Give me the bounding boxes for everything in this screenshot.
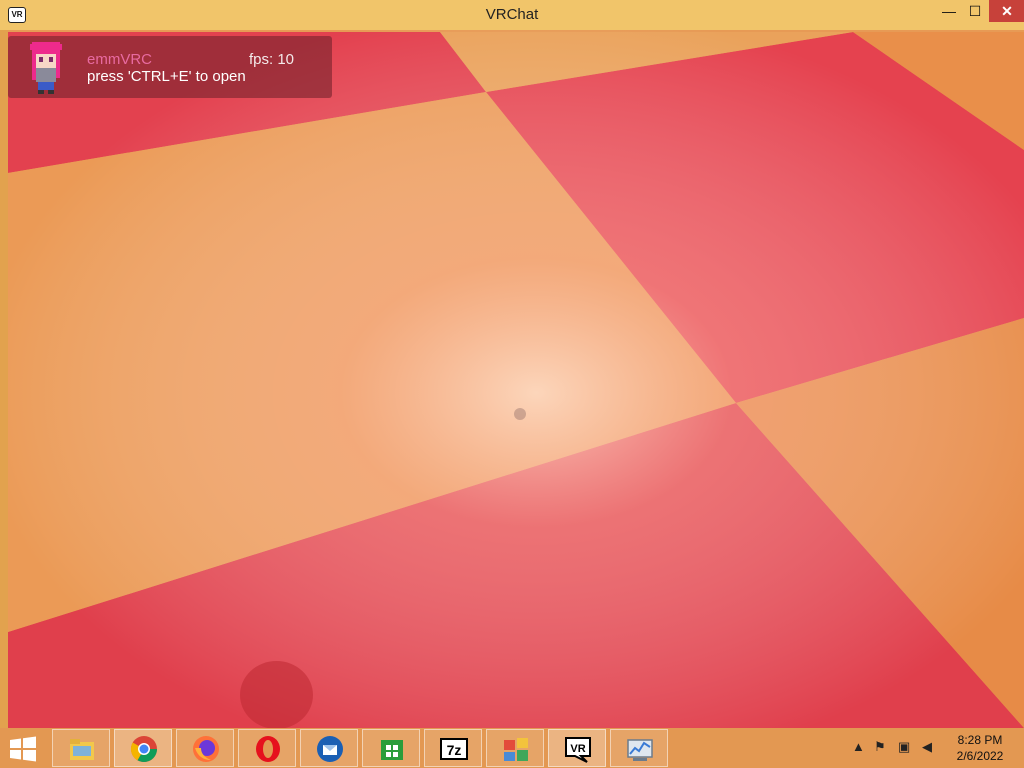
clock-time: 8:28 PM — [957, 733, 1003, 747]
title-bar: VR VRChat — ☐ ✕ — [0, 0, 1024, 30]
control-panel-icon — [504, 738, 528, 761]
opera-button[interactable] — [238, 729, 296, 767]
7zip-icon: 7z — [440, 738, 468, 760]
movement-joystick[interactable] — [240, 661, 313, 729]
7zip-button[interactable]: 7z — [424, 729, 482, 767]
clock-date: 2/6/2022 — [956, 749, 1004, 763]
taskbar: 7z VR ▲ ⚑ ▣ ◀ 8:28 PM 2/6/2022 — [0, 728, 1024, 768]
chrome-icon — [130, 736, 158, 763]
file-explorer-button[interactable] — [52, 729, 110, 767]
vrchat-icon: VR — [565, 737, 591, 763]
control-panel-button[interactable] — [486, 729, 544, 767]
clock[interactable]: 8:28 PM 2/6/2022 — [944, 732, 1016, 764]
store-icon — [381, 740, 403, 760]
store-button[interactable] — [362, 729, 420, 767]
emmvrc-overlay: emmVRC fps: 10 press 'CTRL+E' to open — [8, 36, 332, 98]
network-icon[interactable]: ▣ — [898, 739, 910, 755]
close-button[interactable]: ✕ — [989, 0, 1024, 22]
resource-monitor-icon — [627, 739, 653, 761]
action-center-icon[interactable]: ⚑ — [874, 739, 886, 755]
svg-text:VR: VR — [570, 743, 585, 755]
username-label: emmVRC — [87, 51, 153, 68]
fps-counter: fps: 10 — [249, 51, 295, 68]
show-hidden-icon[interactable]: ▲ — [852, 739, 865, 754]
thunderbird-icon — [317, 736, 343, 762]
firefox-button[interactable] — [176, 729, 234, 767]
volume-muted-icon[interactable]: ◀ — [922, 739, 932, 755]
resource-monitor-button[interactable] — [610, 729, 668, 767]
thunderbird-button[interactable] — [300, 729, 358, 767]
checker-floor — [8, 30, 1024, 728]
avatar-icon — [30, 42, 62, 94]
svg-text:7z: 7z — [447, 742, 462, 758]
firefox-icon — [193, 736, 219, 762]
file-explorer-icon — [70, 739, 94, 760]
menu-hint: press 'CTRL+E' to open — [87, 68, 246, 85]
windows-start-icon[interactable] — [8, 736, 38, 762]
window-title: VRChat — [485, 6, 539, 23]
game-viewport[interactable] — [8, 30, 1024, 728]
maximize-button[interactable]: ☐ — [960, 0, 990, 22]
crosshair — [514, 408, 526, 420]
vrchat-button[interactable]: VR — [548, 729, 606, 767]
opera-icon — [256, 736, 280, 762]
chrome-button[interactable] — [114, 729, 172, 767]
